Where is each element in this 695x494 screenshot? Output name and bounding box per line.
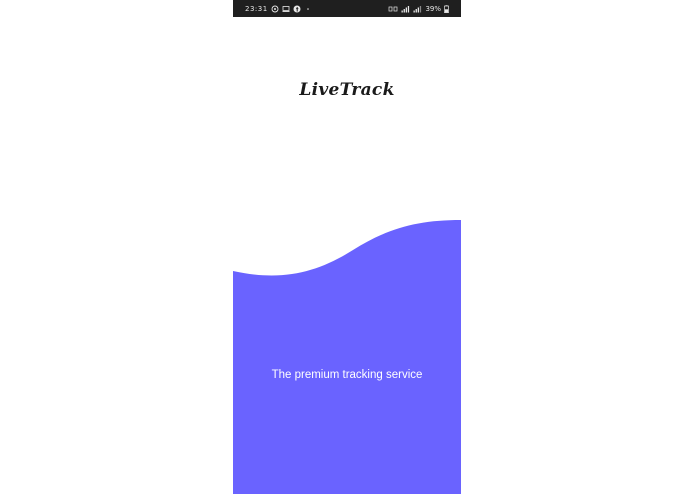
status-time: 23:31 — [245, 4, 268, 13]
phone-screen: 23:31 39% LiveTrack The premium tracking… — [233, 0, 461, 494]
whatsapp-icon — [271, 5, 279, 13]
battery-icon — [444, 4, 449, 13]
battery-percent: 39% — [425, 4, 441, 13]
dot-icon — [304, 5, 312, 13]
volte-icon — [388, 5, 398, 13]
wave-shape — [233, 220, 461, 494]
status-right: 39% — [388, 0, 449, 17]
status-bar: 23:31 39% — [233, 0, 461, 17]
facebook-icon — [293, 5, 301, 13]
wave-background — [233, 220, 461, 494]
tagline: The premium tracking service — [271, 369, 423, 381]
signal-icon — [401, 5, 410, 13]
app-logo: LiveTrack — [299, 80, 395, 100]
status-left: 23:31 — [245, 0, 312, 17]
screen-icon — [282, 5, 290, 13]
signal-icon-2 — [413, 5, 422, 13]
